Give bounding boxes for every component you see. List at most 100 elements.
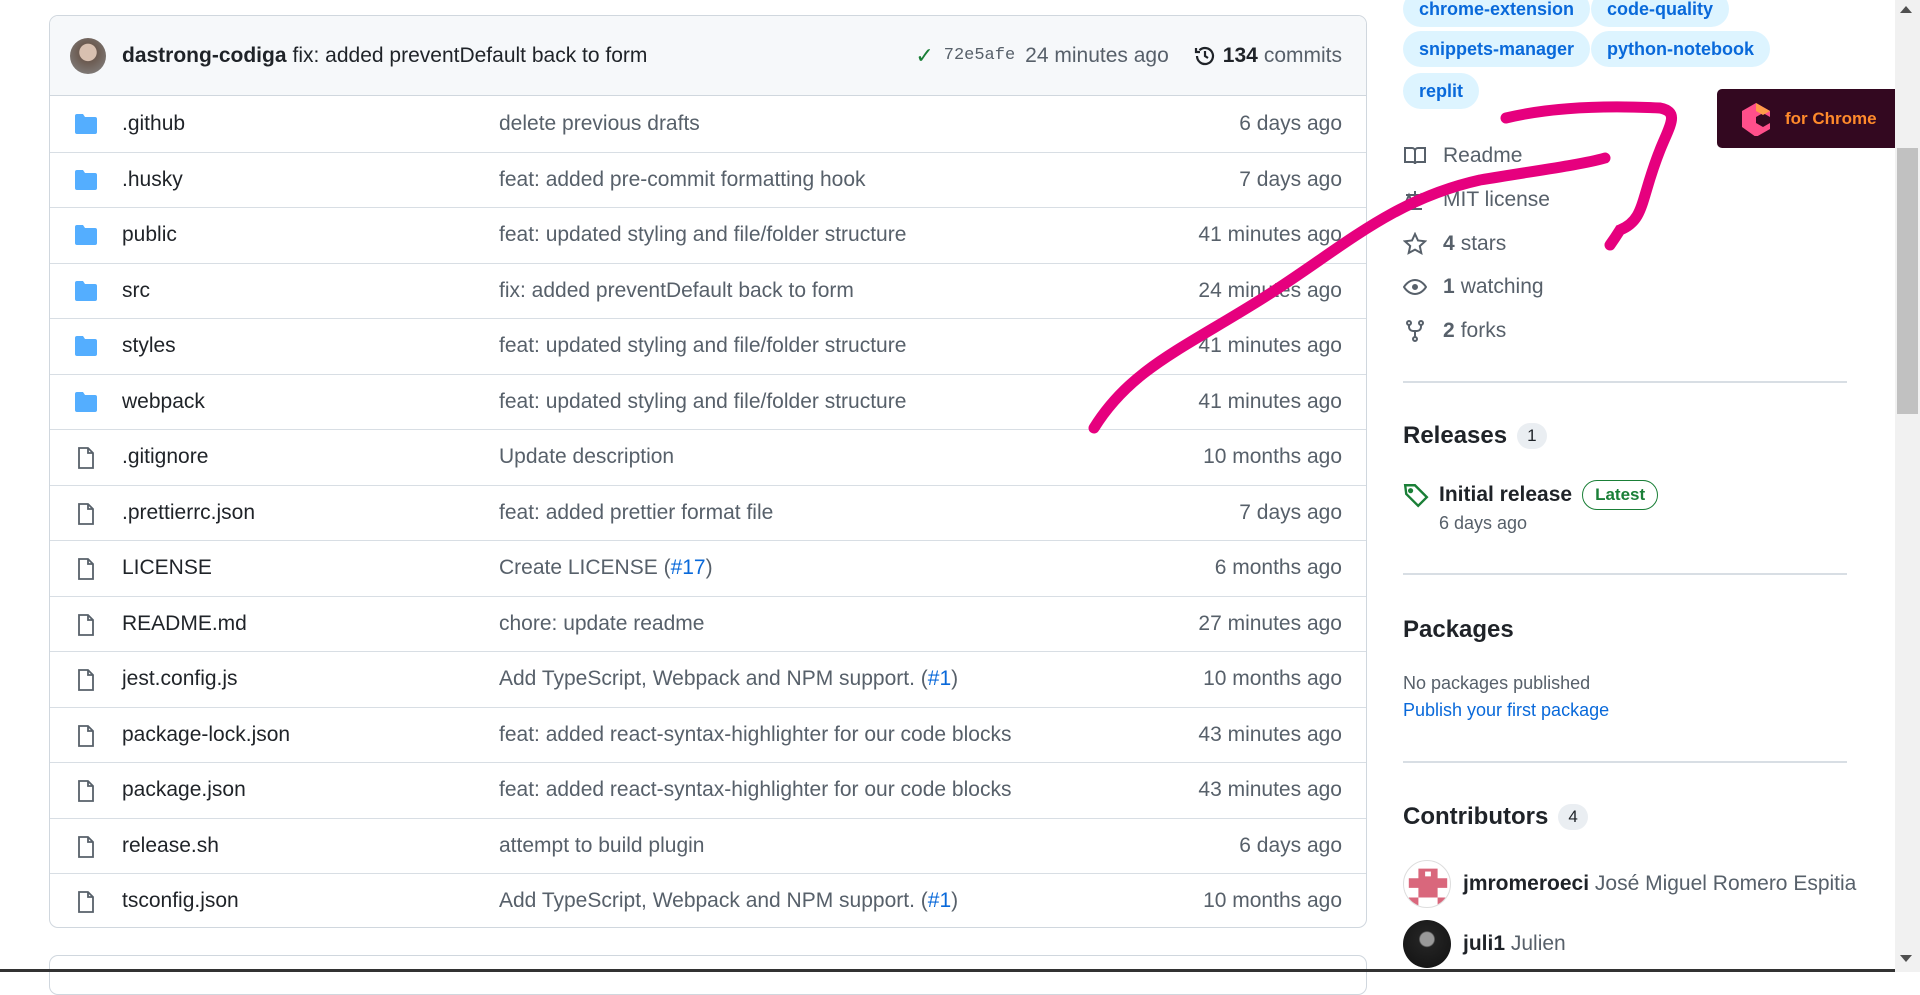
file-row[interactable]: tsconfig.json Add TypeScript, Webpack an… — [50, 873, 1366, 927]
file-date: 10 months ago — [1203, 445, 1342, 469]
file-icon — [74, 890, 98, 914]
file-name[interactable]: tsconfig.json — [122, 889, 239, 913]
file-date: 27 minutes ago — [1198, 611, 1342, 635]
commits-link[interactable]: 134 commits — [1193, 44, 1342, 68]
file-name[interactable]: styles — [122, 334, 176, 358]
file-commit-message[interactable]: Create LICENSE (#17) — [499, 556, 713, 580]
file-icon — [74, 502, 98, 525]
file-name[interactable]: .husky — [122, 168, 183, 192]
license-link[interactable]: MIT license — [1403, 188, 1550, 212]
avatar[interactable] — [1403, 920, 1451, 968]
file-date: 41 minutes ago — [1198, 389, 1342, 413]
file-commit-message[interactable]: attempt to build plugin — [499, 834, 704, 858]
file-name[interactable]: .prettierrc.json — [122, 501, 255, 525]
file-row[interactable]: .prettierrc.json feat: added prettier fo… — [50, 484, 1366, 541]
file-commit-message[interactable]: Add TypeScript, Webpack and NPM support.… — [499, 889, 958, 913]
folder-icon — [74, 224, 98, 246]
file-commit-message[interactable]: delete previous drafts — [499, 112, 700, 136]
file-row[interactable]: src fix: added preventDefault back to fo… — [50, 262, 1366, 319]
divider — [1403, 573, 1847, 575]
file-row[interactable]: .github delete previous drafts 6 days ag… — [50, 96, 1366, 152]
file-commit-message[interactable]: feat: updated styling and file/folder st… — [499, 334, 906, 358]
file-name[interactable]: jest.config.js — [122, 667, 238, 691]
topic-tag[interactable]: chrome-extension — [1403, 0, 1591, 27]
scrollbar-thumb[interactable] — [1897, 148, 1918, 414]
file-commit-message[interactable]: Update description — [499, 445, 674, 469]
file-row[interactable]: LICENSE Create LICENSE (#17) 6 months ag… — [50, 540, 1366, 596]
file-row[interactable]: package.json feat: added react-syntax-hi… — [50, 762, 1366, 818]
file-name[interactable]: package-lock.json — [122, 723, 290, 747]
file-commit-message[interactable]: feat: added pre-commit formatting hook — [499, 168, 866, 192]
file-row[interactable]: package-lock.json feat: added react-synt… — [50, 706, 1366, 763]
file-name[interactable]: src — [122, 279, 150, 303]
file-commit-message[interactable]: feat: added prettier format file — [499, 501, 773, 525]
file-name[interactable]: .github — [122, 112, 185, 136]
readme-link[interactable]: Readme — [1403, 144, 1522, 168]
file-date: 7 days ago — [1239, 167, 1342, 191]
file-name[interactable]: .gitignore — [122, 445, 208, 469]
file-row[interactable]: jest.config.js Add TypeScript, Webpack a… — [50, 651, 1366, 707]
file-commit-message[interactable]: feat: updated styling and file/folder st… — [499, 223, 906, 247]
pr-link[interactable]: #17 — [671, 556, 706, 579]
file-name[interactable]: webpack — [122, 390, 205, 414]
commit-time: 24 minutes ago — [1025, 43, 1169, 67]
release-name[interactable]: Initial release — [1439, 483, 1572, 507]
divider — [1403, 381, 1847, 383]
pr-link[interactable]: #1 — [928, 889, 951, 912]
contributor-item[interactable]: juli1 Julien — [1463, 932, 1566, 956]
file-row[interactable]: .husky feat: added pre-commit formatting… — [50, 151, 1366, 208]
file-icon — [74, 557, 98, 581]
file-name[interactable]: README.md — [122, 612, 247, 636]
file-commit-message[interactable]: Add TypeScript, Webpack and NPM support.… — [499, 667, 958, 691]
avatar[interactable] — [1403, 860, 1451, 908]
watching-link[interactable]: 1 watching — [1403, 275, 1544, 299]
file-name[interactable]: package.json — [122, 778, 246, 802]
commit-message[interactable]: fix: added preventDefault back to form — [293, 44, 648, 68]
folder-icon — [74, 280, 98, 302]
file-row[interactable]: .gitignore Update description 10 months … — [50, 429, 1366, 485]
release-item[interactable]: Initial release Latest — [1403, 480, 1659, 510]
packages-heading[interactable]: Packages — [1403, 616, 1514, 644]
scrollbar[interactable] — [1895, 0, 1920, 972]
folder-icon — [74, 113, 98, 135]
file-name[interactable]: public — [122, 223, 177, 247]
topic-tag[interactable]: snippets-manager — [1403, 31, 1591, 67]
file-icon — [74, 446, 98, 470]
file-row[interactable]: styles feat: updated styling and file/fo… — [50, 318, 1366, 374]
pr-link[interactable]: #1 — [928, 667, 951, 690]
check-icon[interactable]: ✓ — [915, 43, 933, 69]
releases-heading[interactable]: Releases 1 — [1403, 422, 1547, 450]
avatar[interactable] — [70, 37, 106, 74]
file-commit-message[interactable]: feat: updated styling and file/folder st… — [499, 390, 906, 414]
file-commit-message[interactable]: feat: added react-syntax-highlighter for… — [499, 723, 1011, 747]
commit-sha[interactable]: 72e5afe — [944, 46, 1015, 65]
file-name[interactable]: LICENSE — [122, 556, 212, 580]
file-commit-message[interactable]: feat: added react-syntax-highlighter for… — [499, 778, 1011, 802]
latest-commit-bar: dastrong-codiga fix: added preventDefaul… — [50, 16, 1366, 96]
file-row[interactable]: public feat: updated styling and file/fo… — [50, 207, 1366, 263]
extension-badge[interactable]: for Chrome — [1717, 89, 1895, 148]
stars-link[interactable]: 4 stars — [1403, 232, 1506, 256]
topic-tag[interactable]: python-notebook — [1591, 31, 1770, 67]
scroll-down-icon[interactable] — [1900, 955, 1912, 962]
file-name[interactable]: release.sh — [122, 834, 219, 858]
contributor-item[interactable]: jmromeroeci José Miguel Romero Espitia — [1463, 872, 1856, 896]
file-commit-message[interactable]: fix: added preventDefault back to form — [499, 279, 854, 303]
packages-empty: No packages published — [1403, 673, 1591, 693]
release-date: 6 days ago — [1439, 513, 1528, 533]
file-row[interactable]: README.md chore: update readme 27 minute… — [50, 595, 1366, 652]
tag-icon — [1403, 484, 1429, 508]
topic-tag[interactable]: replit — [1403, 73, 1480, 109]
scroll-up-icon[interactable] — [1900, 6, 1912, 13]
folder-icon — [74, 391, 98, 413]
readme-box — [49, 955, 1367, 995]
topic-tag[interactable]: code-quality — [1591, 0, 1730, 27]
contributors-heading[interactable]: Contributors 4 — [1403, 803, 1588, 831]
file-commit-message[interactable]: chore: update readme — [499, 612, 704, 636]
file-date: 7 days ago — [1239, 500, 1342, 524]
publish-package-link[interactable]: Publish your first package — [1403, 700, 1609, 721]
file-row[interactable]: webpack feat: updated styling and file/f… — [50, 373, 1366, 430]
commit-author[interactable]: dastrong-codiga — [122, 44, 287, 68]
forks-link[interactable]: 2 forks — [1403, 319, 1506, 343]
file-row[interactable]: release.sh attempt to build plugin 6 day… — [50, 817, 1366, 874]
